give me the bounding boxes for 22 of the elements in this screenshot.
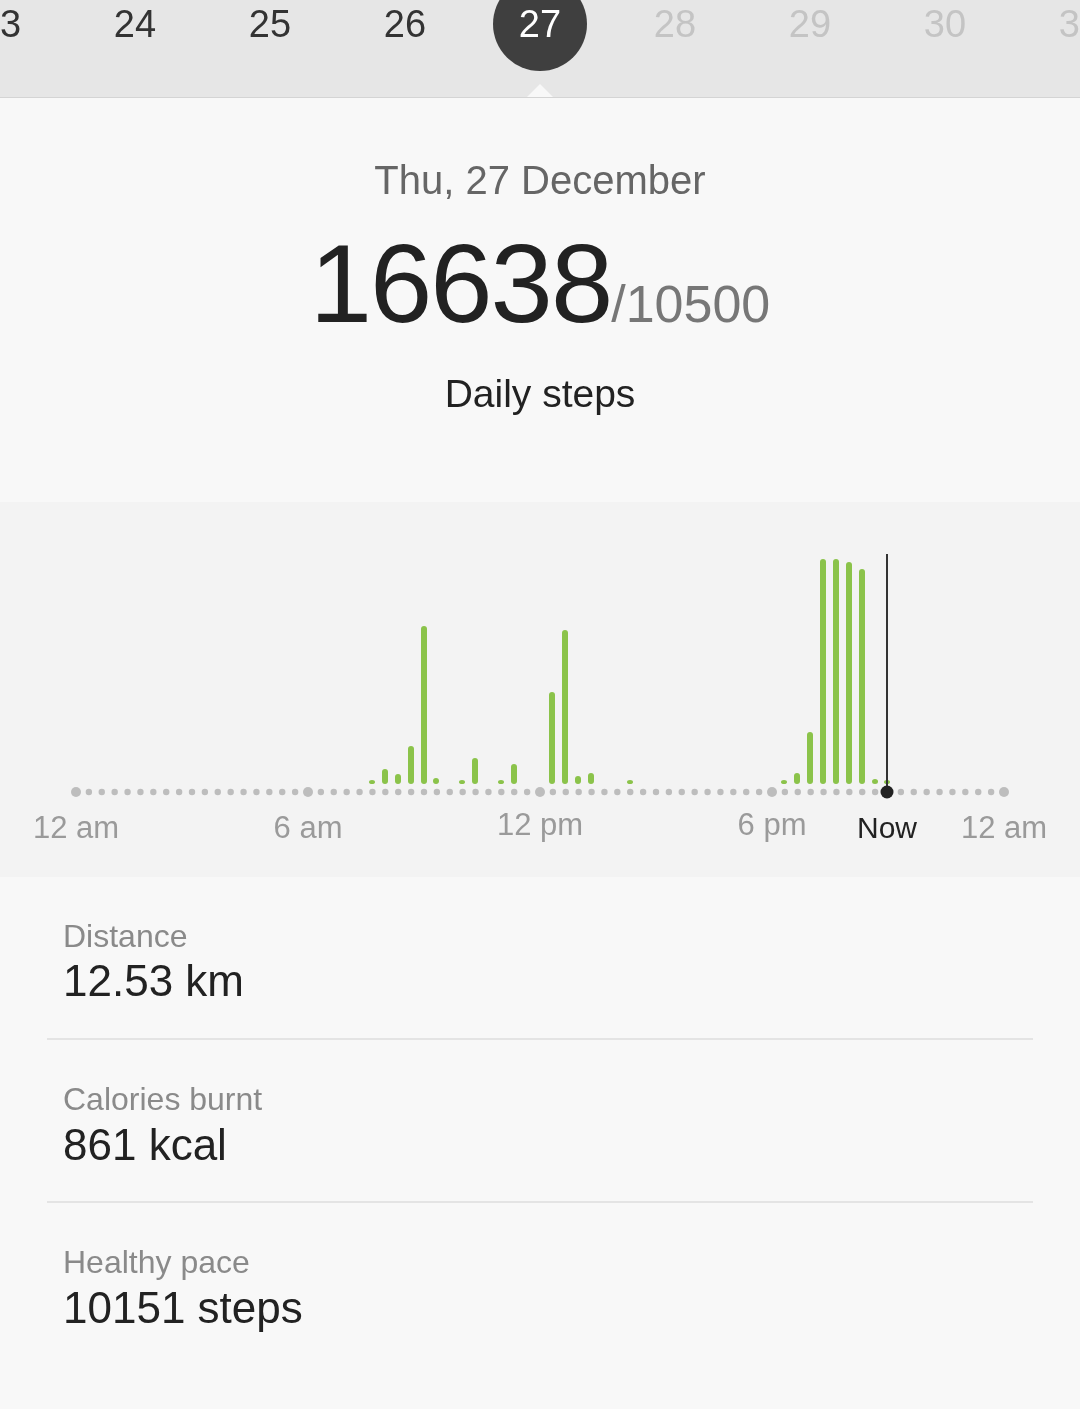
time-label: 6 pm <box>737 807 807 842</box>
time-label: 6 am <box>273 810 343 845</box>
stat-value: 10151 steps <box>63 1281 304 1334</box>
time-label: 12 am <box>32 810 120 845</box>
date-item[interactable]: 27 <box>493 0 587 71</box>
date-item[interactable]: 3 <box>0 0 22 71</box>
step-count: 16638 <box>309 228 612 340</box>
time-label: 12 pm <box>496 807 584 842</box>
stat-label: Calories burnt <box>63 1080 264 1119</box>
time-label: 12 am <box>960 810 1048 845</box>
date-item[interactable]: 26 <box>358 0 452 71</box>
step-goal: /10500 <box>611 275 771 335</box>
stat-label: Healthy pace <box>63 1243 251 1282</box>
date-item[interactable]: 24 <box>88 0 182 71</box>
step-caption: Daily steps <box>443 371 637 417</box>
stat-value: 12.53 km <box>63 955 245 1008</box>
stat-label: Distance <box>63 917 189 956</box>
now-label: Now <box>857 811 917 844</box>
pointer-icon <box>526 84 554 97</box>
date-title: Thu, 27 December <box>373 157 707 204</box>
date-item[interactable]: 25 <box>223 0 317 71</box>
stat-value: 861 kcal <box>63 1118 228 1171</box>
